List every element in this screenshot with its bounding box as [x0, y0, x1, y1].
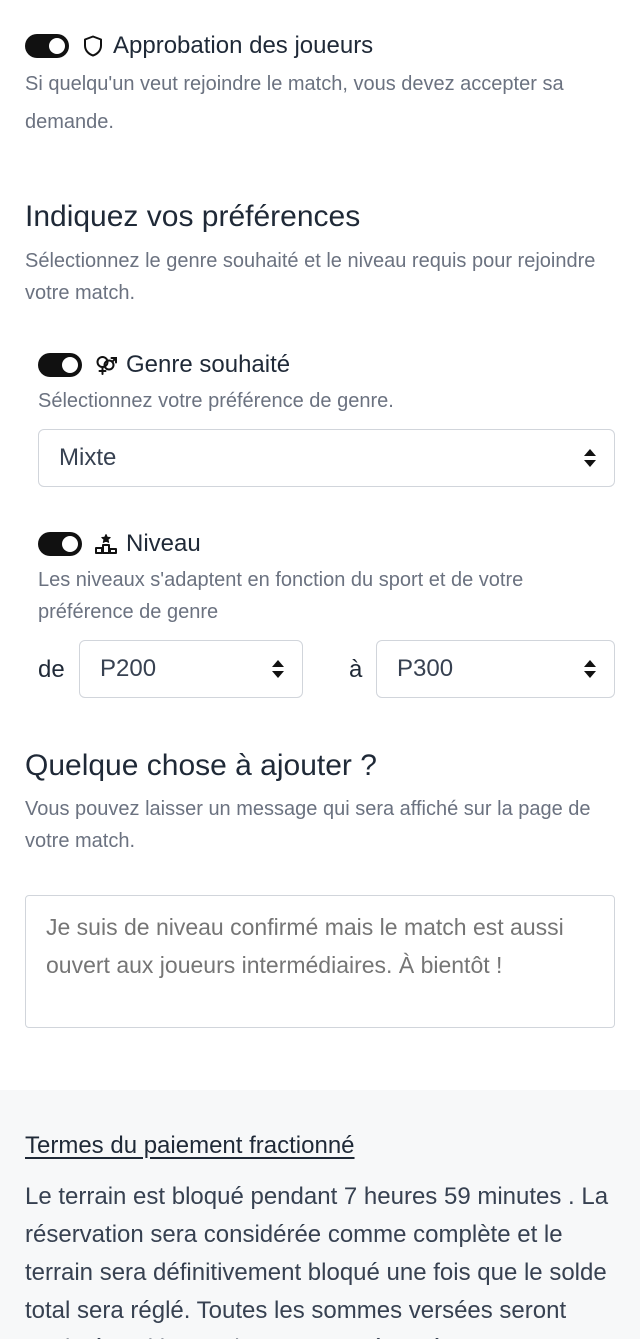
gender-icon — [94, 353, 118, 377]
select-caret-icon — [584, 449, 596, 467]
approval-label: Approbation des joueurs — [113, 32, 374, 59]
level-label: Niveau — [126, 530, 201, 557]
select-caret-icon — [272, 660, 284, 678]
gender-label: Genre souhaité — [126, 351, 291, 378]
approval-description: Si quelqu'un veut rejoindre le match, vo… — [25, 73, 564, 133]
message-textarea[interactable] — [25, 895, 615, 1028]
preferences-description: Sélectionnez le genre souhaité et le niv… — [25, 250, 596, 304]
shield-icon — [81, 34, 105, 58]
approval-row: Approbation des joueurs — [25, 32, 373, 60]
gender-row: Genre souhaité — [38, 351, 290, 379]
level-to-select[interactable]: P300 — [376, 640, 615, 698]
level-from-word: de — [38, 656, 65, 683]
level-to-value: P300 — [397, 655, 454, 682]
level-row: Niveau — [38, 530, 201, 558]
level-to-word: à — [349, 656, 363, 683]
payment-terms-link[interactable]: Termes du paiement fractionné — [25, 1132, 355, 1160]
message-title: Quelque chose à ajouter ? — [25, 749, 377, 782]
level-description: Les niveaux s'adaptent en fonction du sp… — [38, 569, 524, 623]
level-from-select[interactable]: P200 — [79, 640, 303, 698]
podium-icon — [94, 532, 118, 556]
gender-select-value: Mixte — [59, 444, 117, 471]
payment-terms-text: Le terrain est bloqué pendant 7 heures 5… — [25, 1183, 609, 1339]
message-description: Vous pouvez laisser un message qui sera … — [25, 798, 591, 852]
approval-toggle[interactable] — [25, 34, 69, 58]
gender-toggle[interactable] — [38, 353, 82, 377]
preferences-title: Indiquez vos préférences — [25, 200, 361, 233]
gender-description: Sélectionnez votre préférence de genre. — [38, 390, 394, 412]
payment-terms-section: Termes du paiement fractionné Le terrain… — [0, 1090, 640, 1339]
level-toggle[interactable] — [38, 532, 82, 556]
select-caret-icon — [584, 660, 596, 678]
match-settings-page: Approbation des joueurs Si quelqu'un veu… — [0, 0, 640, 1339]
level-from-value: P200 — [100, 655, 157, 682]
gender-select[interactable]: Mixte — [38, 429, 615, 487]
